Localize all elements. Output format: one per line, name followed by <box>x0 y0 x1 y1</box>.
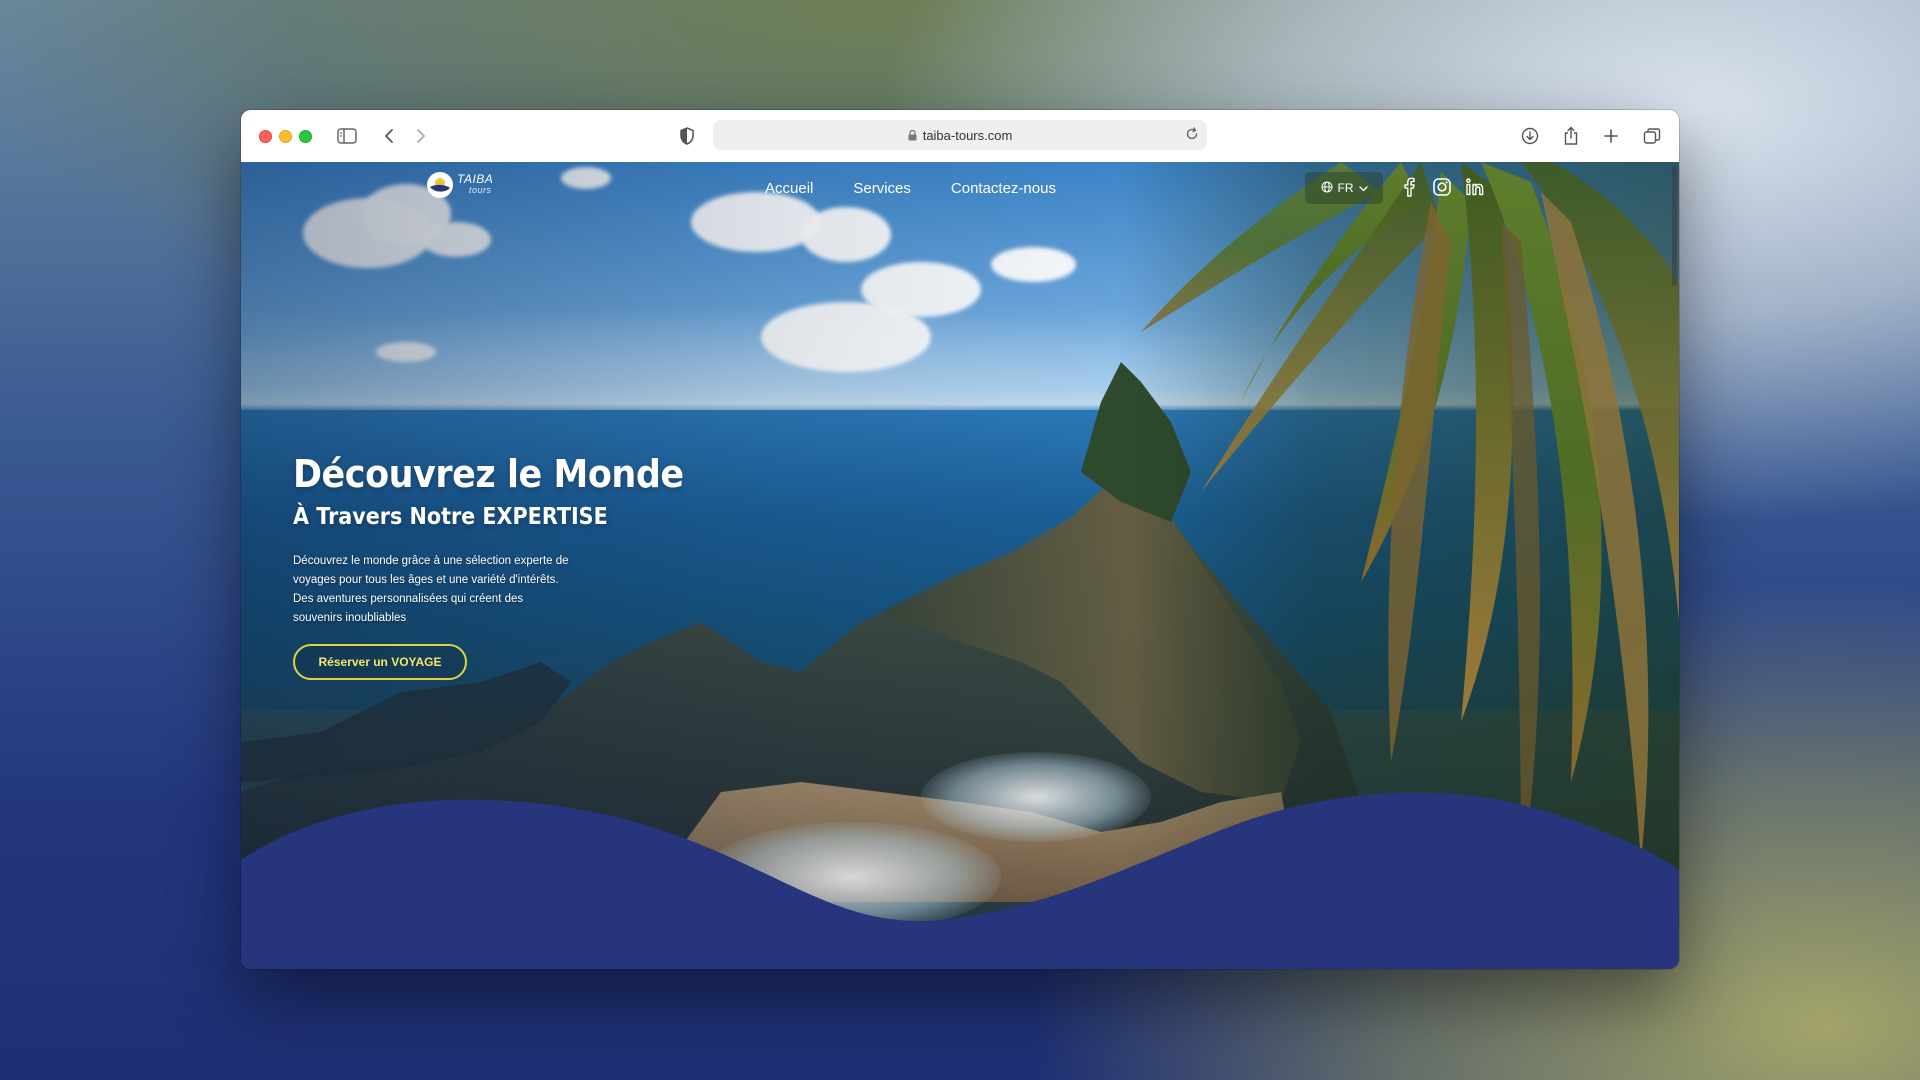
minimize-window-button[interactable] <box>279 130 292 143</box>
page-scrollbar[interactable] <box>1672 166 1677 286</box>
language-label: FR <box>1337 181 1354 195</box>
shield-icon[interactable] <box>675 124 699 148</box>
book-trip-button[interactable]: Réserver un VOYAGE <box>293 644 467 680</box>
browser-toolbar: taiba-tours.com <box>241 110 1679 163</box>
nav-services[interactable]: Services <box>853 180 911 197</box>
hero-title: Découvrez le Monde <box>293 452 684 496</box>
download-icon[interactable] <box>1518 124 1542 148</box>
site-logo[interactable]: TAIBA tours <box>427 172 493 198</box>
plus-icon[interactable] <box>1599 124 1623 148</box>
chevron-down-icon <box>1358 181 1368 195</box>
wave-divider <box>241 792 1679 969</box>
chevron-right-icon[interactable] <box>409 124 433 148</box>
nav-contact[interactable]: Contactez-nous <box>951 180 1056 197</box>
address-bar[interactable]: taiba-tours.com <box>713 120 1207 150</box>
logo-sub: tours <box>469 185 492 195</box>
hero-section: Découvrez le Monde À Travers Notre EXPER… <box>293 452 933 680</box>
logo-name: TAIBA <box>457 172 494 186</box>
web-page: TAIBA tours Accueil Services Contactez-n… <box>241 162 1679 969</box>
reload-icon[interactable] <box>1185 127 1199 144</box>
nav-accueil[interactable]: Accueil <box>765 180 813 197</box>
hero-subtitle: À Travers Notre EXPERTISE <box>293 504 608 530</box>
sidebar-icon[interactable] <box>335 124 359 148</box>
tabs-overview-icon[interactable] <box>1640 124 1664 148</box>
lock-icon <box>908 129 917 141</box>
chevron-left-icon[interactable] <box>377 124 401 148</box>
url-text: taiba-tours.com <box>922 127 1013 143</box>
facebook-icon[interactable] <box>1398 176 1420 198</box>
language-selector[interactable]: FR <box>1305 172 1383 204</box>
logo-emblem-icon <box>427 172 453 198</box>
linkedin-icon[interactable] <box>1464 176 1486 198</box>
site-header: TAIBA tours Accueil Services Contactez-n… <box>241 162 1679 212</box>
close-window-button[interactable] <box>259 130 272 143</box>
logo-text: TAIBA tours <box>457 172 494 196</box>
hero-description: Découvrez le monde grâce à une sélection… <box>293 555 569 624</box>
instagram-icon[interactable] <box>1431 176 1453 198</box>
main-nav: Accueil Services Contactez-nous <box>765 180 1056 197</box>
share-icon[interactable] <box>1559 124 1583 148</box>
browser-window: taiba-tours.com TAIBA tours Accueil Serv… <box>241 110 1679 969</box>
zoom-window-button[interactable] <box>299 130 312 143</box>
globe-icon <box>1321 181 1333 196</box>
